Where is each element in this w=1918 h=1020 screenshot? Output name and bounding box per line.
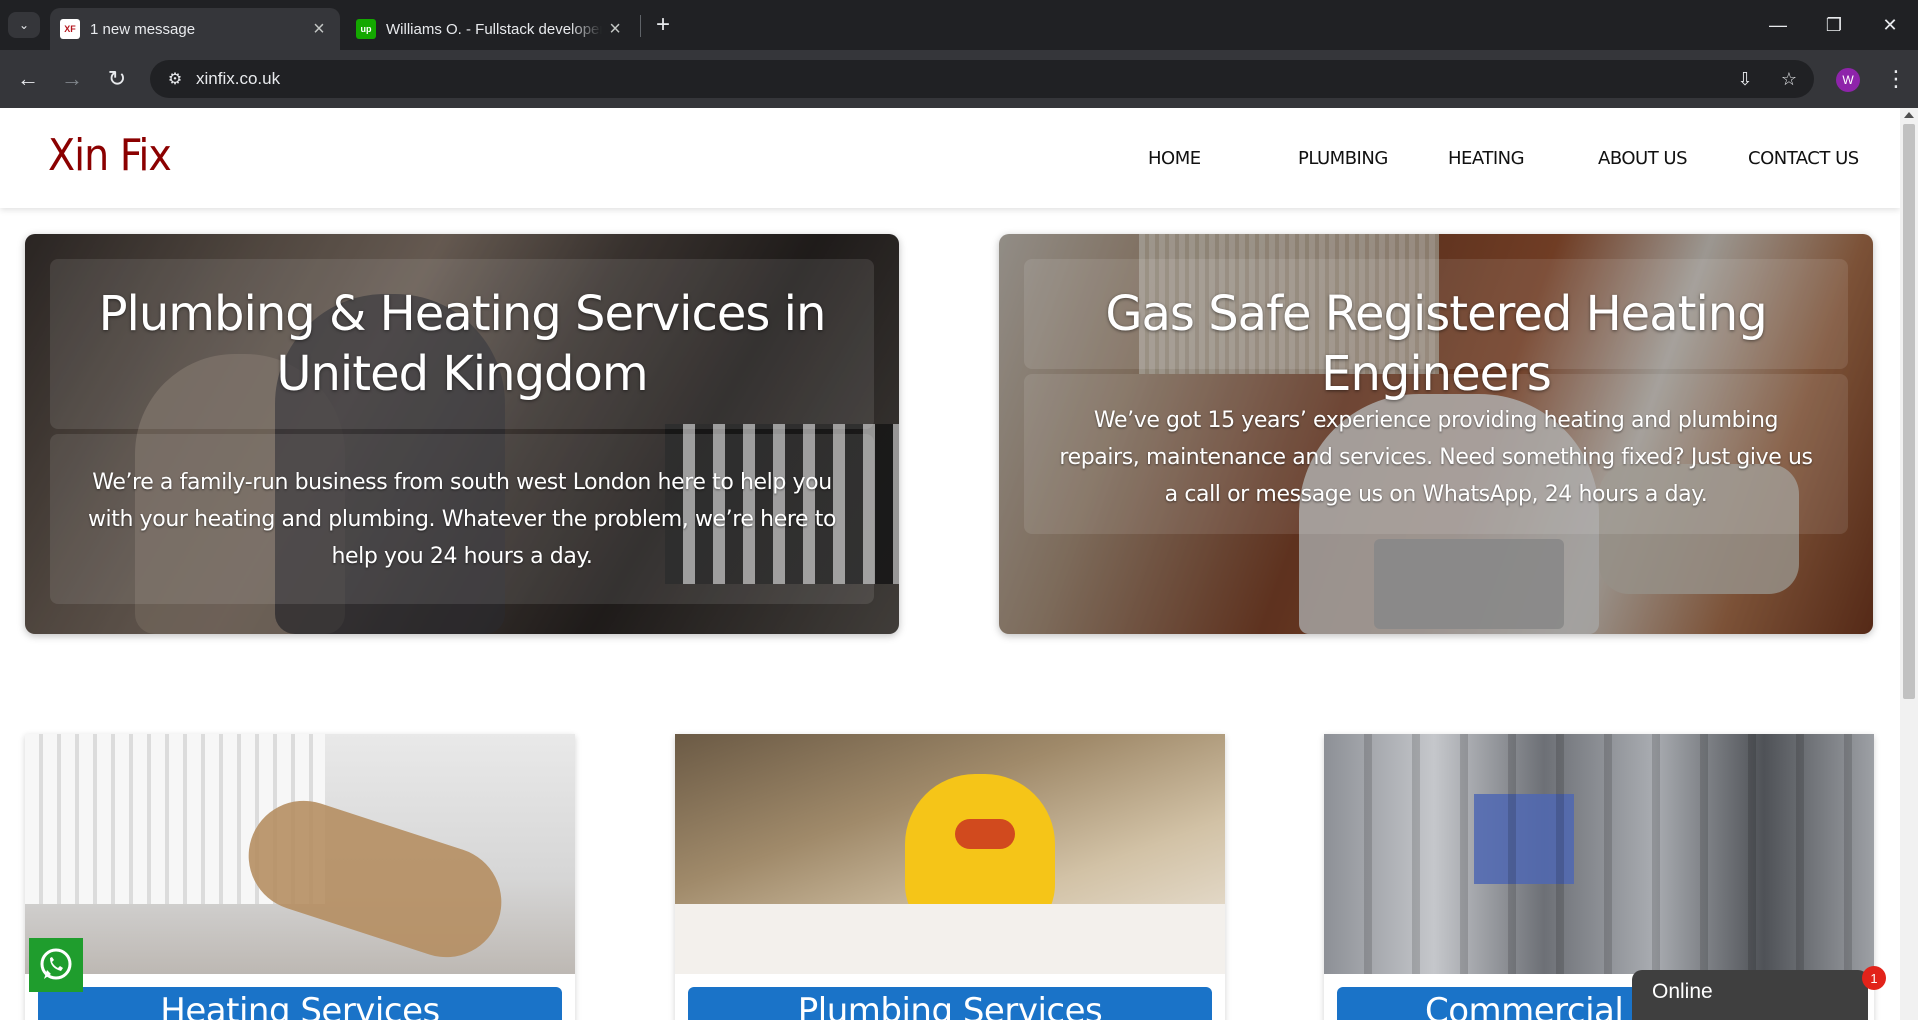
chat-status: Online	[1652, 980, 1713, 1003]
service-card-heating[interactable]: Heating Services	[25, 734, 575, 1020]
hero-text: We’ve got 15 years’ experience providing…	[1059, 408, 1813, 507]
minimize-icon[interactable]: —	[1750, 0, 1806, 50]
nav-heating[interactable]: HEATING	[1448, 148, 1525, 169]
close-icon[interactable]: ×	[306, 16, 332, 42]
forward-arrow-icon[interactable]: →	[56, 63, 88, 95]
browser-menu-icon[interactable]: ⋮	[1880, 63, 1912, 95]
tab-upwork[interactable]: up Williams O. - Fullstack developer ×	[346, 8, 636, 50]
hero-text: We’re a family-run business from south w…	[87, 470, 837, 569]
hero-card-engineers: Gas Safe Registered Heating Engineers We…	[999, 234, 1873, 634]
site-logo[interactable]: Xin Fix	[48, 130, 172, 181]
browser-toolbar: ← → ↻ ⚙ xinfix.co.uk ⇩ ☆ W ⋮	[0, 50, 1918, 108]
whatsapp-button[interactable]	[29, 938, 83, 992]
xinfix-favicon-icon: XF	[60, 19, 80, 39]
service-title[interactable]: Heating Services	[38, 987, 562, 1020]
tab-separator	[640, 15, 641, 37]
nav-plumbing[interactable]: PLUMBING	[1298, 148, 1388, 169]
nav-home[interactable]: HOME	[1148, 148, 1201, 169]
rubber-duck-image	[675, 734, 1225, 974]
boiler-pipes-image	[1324, 734, 1874, 974]
restore-icon[interactable]: ❐	[1806, 0, 1862, 50]
url-text[interactable]: xinfix.co.uk	[196, 69, 280, 89]
close-icon[interactable]: ×	[602, 16, 628, 42]
tab-title: Williams O. - Fullstack developer	[386, 20, 603, 38]
nav-about-us[interactable]: ABOUT US	[1598, 148, 1688, 169]
profile-avatar[interactable]: W	[1836, 68, 1860, 92]
service-title[interactable]: Plumbing Services	[688, 987, 1212, 1020]
tab-xinfix[interactable]: XF 1 new message ×	[50, 8, 340, 50]
page-scrollbar[interactable]	[1900, 108, 1918, 1020]
install-app-icon[interactable]: ⇩	[1732, 66, 1758, 92]
hero-card-family: Plumbing & Heating Services in United Ki…	[25, 234, 899, 634]
hero-title: Gas Safe Registered Heating Engineers	[1105, 286, 1767, 402]
window-close-icon[interactable]: ✕	[1862, 0, 1918, 50]
browser-tab-strip: ⌄ XF 1 new message × up Williams O. - Fu…	[0, 0, 1918, 50]
new-tab-plus-icon[interactable]: +	[650, 11, 676, 38]
nav-contact-us[interactable]: CONTACT US	[1748, 148, 1859, 169]
scroll-up-arrow-icon[interactable]	[1904, 112, 1914, 118]
address-bar[interactable]: ⚙ xinfix.co.uk ⇩ ☆	[150, 60, 1814, 98]
site-header: Xin Fix HOME PLUMBING HEATING ABOUT US C…	[0, 108, 1900, 208]
tab-title: 1 new message	[90, 20, 196, 38]
reload-icon[interactable]: ↻	[101, 63, 133, 95]
whatsapp-icon	[40, 948, 72, 980]
service-card-plumbing[interactable]: Plumbing Services	[675, 734, 1225, 1020]
cat-image	[234, 786, 516, 972]
pipes-image	[1324, 734, 1874, 974]
site-settings-icon[interactable]: ⚙	[160, 69, 190, 89]
hero-title: Plumbing & Heating Services in United Ki…	[98, 286, 827, 402]
page-viewport: Xin Fix HOME PLUMBING HEATING ABOUT US C…	[0, 108, 1900, 1020]
scrollbar-thumb[interactable]	[1903, 124, 1915, 699]
chat-unread-badge: 1	[1862, 966, 1886, 990]
bookmark-star-icon[interactable]: ☆	[1776, 66, 1802, 92]
chat-widget[interactable]: Online	[1632, 970, 1868, 1020]
cat-radiator-image	[25, 734, 575, 974]
back-arrow-icon[interactable]: ←	[12, 63, 44, 95]
upwork-favicon-icon: up	[356, 19, 376, 39]
duck-beak-icon	[955, 819, 1015, 849]
towel-image	[675, 904, 1225, 974]
tab-search-chevron-icon[interactable]: ⌄	[8, 12, 40, 38]
